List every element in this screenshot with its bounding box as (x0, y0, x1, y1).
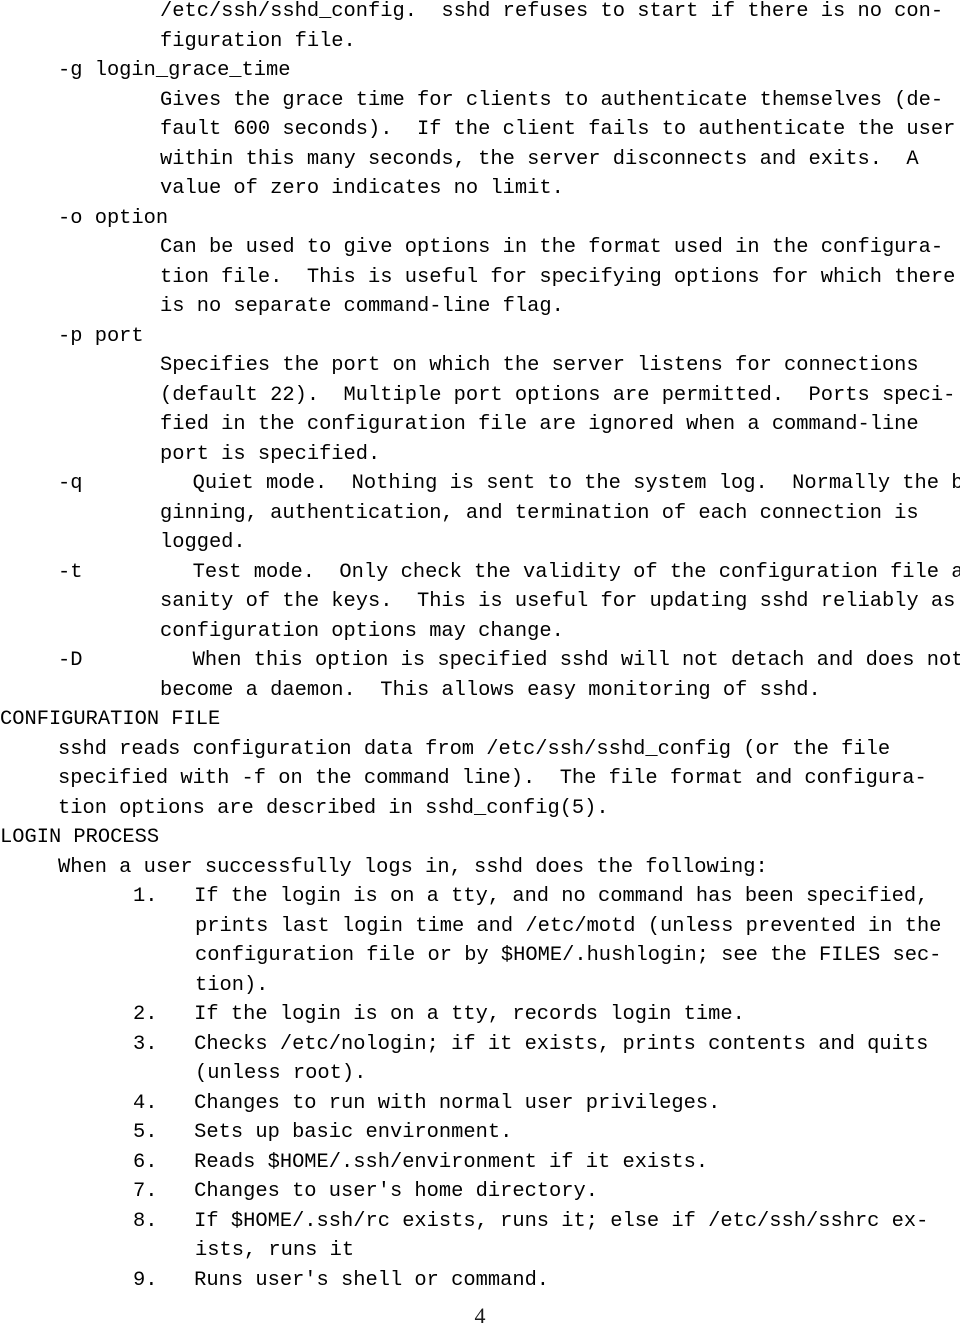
man-page-text-block: /etc/ssh/sshd_config. sshd refuses to st… (0, 0, 960, 1295)
text-line: When a user successfully logs in, sshd d… (58, 855, 768, 879)
text-line: ists, runs it (195, 1239, 355, 1262)
text-line: -t Test mode. Only check the validity of… (58, 560, 960, 584)
section-heading: LOGIN PROCESS (0, 826, 160, 849)
text-line: tion). (195, 973, 269, 997)
text-line: -q Quiet mode. Nothing is sent to the sy… (58, 472, 960, 495)
text-line: sshd reads configuration data from /etc/… (58, 737, 891, 761)
text-line: port is specified. (160, 442, 381, 466)
text-line: -D When this option is specified sshd wi… (58, 649, 960, 672)
text-line: is no separate command-line flag. (160, 295, 564, 318)
text-line: logged. (160, 531, 246, 554)
text-line: 2. If the login is on a tty, records log… (133, 1003, 745, 1026)
text-line: -p port (58, 324, 144, 348)
text-line: figuration file. (160, 29, 356, 53)
text-line: 6. Reads $HOME/.ssh/environment if it ex… (133, 1150, 709, 1174)
page-number: 4 (474, 1303, 486, 1328)
text-line: (default 22). Multiple port options are … (160, 383, 956, 407)
text-line: Specifies the port on which the server l… (160, 354, 919, 377)
text-line: 3. Checks /etc/nologin; if it exists, pr… (133, 1032, 929, 1056)
text-line: 4. Changes to run with normal user privi… (133, 1091, 721, 1115)
text-line: 7. Changes to user's home directory. (133, 1180, 598, 1203)
text-line: 9. Runs user's shell or command. (133, 1268, 550, 1292)
text-line: Can be used to give options in the forma… (160, 236, 944, 259)
text-line: 1. If the login is on a tty, and no comm… (133, 885, 929, 908)
section-heading: CONFIGURATION FILE (0, 708, 221, 731)
text-line: Gives the grace time for clients to auth… (160, 88, 944, 112)
text-line: (unless root). (195, 1062, 367, 1085)
text-line: sanity of the keys. This is useful for u… (160, 590, 956, 613)
text-line: ginning, authentication, and termination… (160, 501, 919, 525)
text-line: prints last login time and /etc/motd (un… (195, 914, 942, 938)
text-line: value of zero indicates no limit. (160, 177, 564, 200)
text-line: configuration file or by $HOME/.hushlogi… (195, 944, 942, 967)
text-line: -o option (58, 206, 169, 230)
man-page-body: /etc/ssh/sshd_config. sshd refuses to st… (0, 0, 960, 1336)
text-line: become a daemon. This allows easy monito… (160, 678, 821, 702)
text-line: fied in the configuration file are ignor… (160, 413, 919, 436)
text-line: tion options are described in sshd_confi… (58, 796, 609, 820)
text-line: 8. If $HOME/.ssh/rc exists, runs it; els… (133, 1209, 929, 1233)
text-line: fault 600 seconds). If the client fails … (160, 118, 956, 141)
text-line: within this many seconds, the server dis… (160, 147, 919, 171)
text-line: /etc/ssh/sshd_config. sshd refuses to st… (160, 0, 944, 23)
text-line: 5. Sets up basic environment. (133, 1121, 513, 1144)
text-line: -g login_grace_time (58, 59, 291, 82)
text-line: specified with -f on the command line). … (58, 767, 927, 790)
text-line: tion file. This is useful for specifying… (160, 265, 956, 289)
text-line: configuration options may change. (160, 619, 564, 643)
